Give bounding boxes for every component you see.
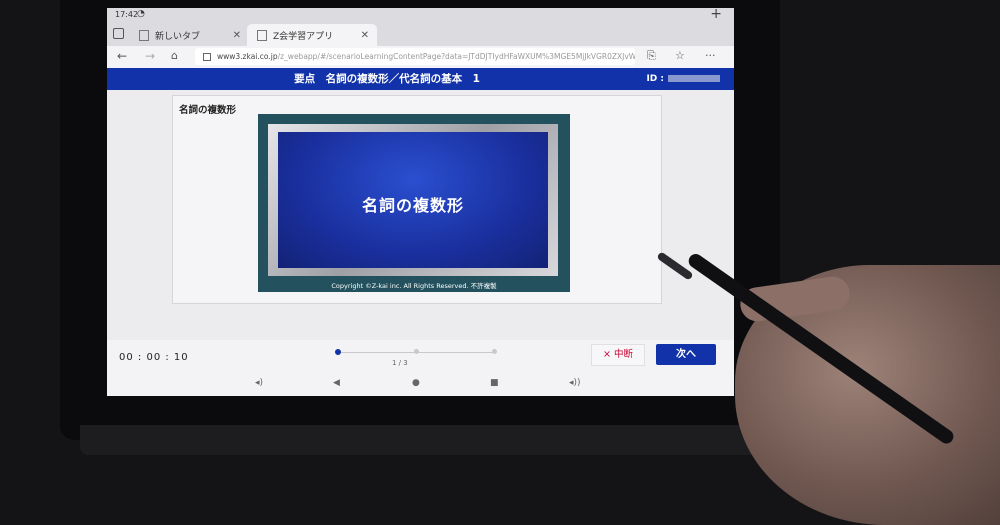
volume-down-icon[interactable]: ◂) <box>255 378 263 388</box>
status-time: 17:42 <box>115 10 139 19</box>
user-id: ID : <box>646 68 720 90</box>
section-title: 名詞の複数形 <box>179 105 237 116</box>
app-header: 要点 名詞の複数形／代名詞の基本 1 ID : <box>107 68 734 90</box>
tab-new-tab[interactable]: 新しいタブ ✕ <box>129 24 249 46</box>
copyright-text: Copyright ©Z-kai inc. All Rights Reserve… <box>331 282 497 290</box>
tablet-bezel-bottom <box>80 425 770 455</box>
progress-step <box>413 349 419 354</box>
progress-step <box>335 349 341 355</box>
volume-up-icon[interactable]: ◂)) <box>569 378 581 388</box>
tablet-screen: 17:42 ◔ + 新しいタブ ✕ Z会学習アプリ ✕ ← → ⌂ www3.z… <box>107 8 734 396</box>
star-icon[interactable]: ☆ <box>675 49 685 62</box>
tab-label: 新しいタブ <box>155 31 201 42</box>
url-field[interactable]: www3.zkai.co.jp/z_webapp/#/scenarioLearn… <box>195 48 635 65</box>
pause-button[interactable]: × 中断 <box>591 344 645 366</box>
address-bar: ← → ⌂ www3.zkai.co.jp/z_webapp/#/scenari… <box>107 46 734 68</box>
lesson-panel: 名詞の複数形 名詞の複数形 Copyright ©Z-kai inc. All … <box>172 95 662 304</box>
page-icon <box>139 29 149 41</box>
page-title: 要点 名詞の複数形／代名詞の基本 1 <box>294 73 480 85</box>
more-dots-icon[interactable]: ··· <box>705 49 716 62</box>
forward-arrow-icon[interactable]: → <box>145 49 155 63</box>
back-arrow-icon[interactable]: ← <box>117 49 127 63</box>
home-nav-icon[interactable]: ● <box>412 378 420 388</box>
url-path: /z_webapp/#/scenarioLearningContentPage?… <box>277 52 635 61</box>
content-area: 名詞の複数形 名詞の複数形 Copyright ©Z-kai inc. All … <box>107 90 734 340</box>
back-nav-icon[interactable]: ◀ <box>333 378 340 388</box>
tab-zkai-app[interactable]: Z会学習アプリ ✕ <box>247 24 377 46</box>
status-bar: 17:42 ◔ + <box>107 8 734 22</box>
lock-icon <box>203 53 211 61</box>
next-button[interactable]: 次へ <box>656 344 716 365</box>
elapsed-timer: 00 : 00 : 10 <box>119 352 189 363</box>
page-icon <box>257 29 267 41</box>
page-counter: 1 / 3 <box>392 359 408 367</box>
home-icon[interactable]: ⌂ <box>171 49 178 62</box>
lesson-footer: 00 : 00 : 10 1 / 3 × 中断 次へ ◂) ◀ ● ■ ◂)) <box>107 340 734 396</box>
slide: 名詞の複数形 <box>278 132 548 268</box>
user-id-redacted <box>668 75 720 82</box>
lesson-video[interactable]: 名詞の複数形 Copyright ©Z-kai inc. All Rights … <box>258 114 570 292</box>
recents-nav-icon[interactable]: ■ <box>490 378 499 388</box>
reading-view-icon[interactable]: ⎘ <box>647 49 656 63</box>
wifi-icon: ◔ <box>137 9 145 19</box>
close-tab-icon[interactable]: ✕ <box>361 30 369 41</box>
slide-title: 名詞の複数形 <box>361 196 464 215</box>
new-tab-button[interactable]: + <box>710 8 722 22</box>
slide-border: 名詞の複数形 <box>268 124 558 276</box>
tab-label: Z会学習アプリ <box>273 31 334 42</box>
tab-bar: 新しいタブ ✕ Z会学習アプリ ✕ <box>107 22 734 46</box>
user-id-label: ID : <box>646 74 664 84</box>
url-domain: www3.zkai.co.jp <box>217 52 278 61</box>
system-nav-bar: ◂) ◀ ● ■ ◂)) <box>107 376 734 396</box>
tabs-overview-icon[interactable] <box>113 28 124 39</box>
progress-step <box>492 349 497 354</box>
progress-track <box>335 349 497 355</box>
close-tab-icon[interactable]: ✕ <box>233 30 241 41</box>
